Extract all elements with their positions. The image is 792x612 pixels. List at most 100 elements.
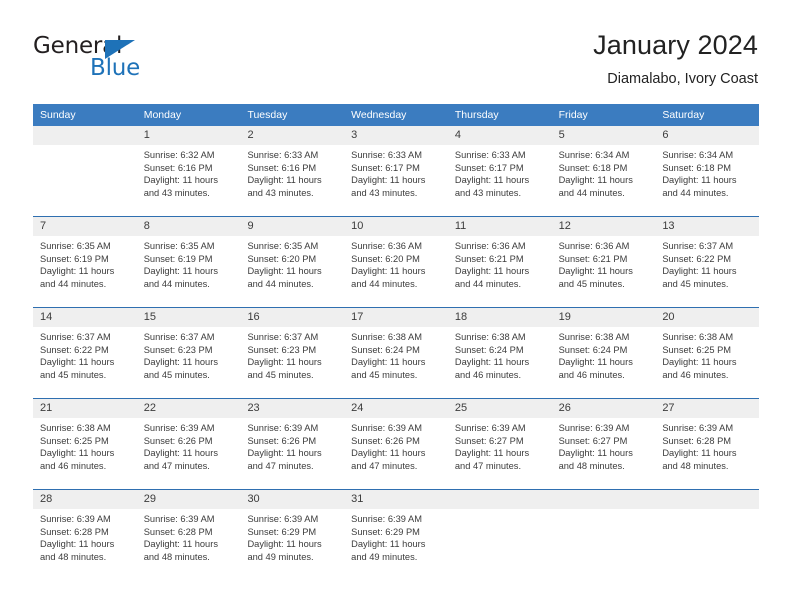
- daylight-text-line2: and 48 minutes.: [662, 460, 729, 471]
- daylight-text-line2: and 48 minutes.: [558, 460, 625, 471]
- daylight-text-line1: Daylight: 11 hours: [558, 357, 633, 368]
- sunset-text: Sunset: 6:17 PM: [351, 162, 420, 173]
- title-block: January 2024 Diamalabo, Ivory Coast: [593, 28, 758, 88]
- day-details: Sunrise: 6:39 AM Sunset: 6:29 PM Daylight:…: [344, 509, 448, 563]
- sunrise-text: Sunrise: 6:36 AM: [558, 241, 630, 251]
- sunset-text: Sunset: 6:24 PM: [558, 344, 628, 355]
- calendar-weeks: 1 Sunrise: 6:32 AM Sunset: 6:16 PM Daylight…: [33, 126, 760, 573]
- day-cell[interactable]: 18 Sunrise: 6:38 AM Sunset: 6:24 PM Dayligh…: [447, 308, 552, 391]
- day-cell[interactable]: 14 Sunrise: 6:37 AM Sunset: 6:22 PM Dayligh…: [33, 308, 137, 391]
- day-details: Sunrise: 6:33 AM Sunset: 6:16 PM Daylight:…: [240, 145, 344, 199]
- day-cell[interactable]: 21 Sunrise: 6:38 AM Sunset: 6:25 PM Dayligh…: [33, 399, 137, 482]
- day-cell[interactable]: 1 Sunrise: 6:32 AM Sunset: 6:16 PM Daylight…: [136, 126, 241, 209]
- daylight-text-line1: Daylight: 11 hours: [662, 175, 737, 186]
- day-cell[interactable]: 31 Sunrise: 6:39 AM Sunset: 6:29 PM Dayligh…: [344, 490, 448, 573]
- sunrise-text: Sunrise: 6:39 AM: [558, 423, 630, 433]
- day-details: Sunrise: 6:39 AM Sunset: 6:26 PM Daylight:…: [344, 418, 448, 472]
- day-cell[interactable]: 16 Sunrise: 6:37 AM Sunset: 6:23 PM Dayligh…: [240, 308, 345, 391]
- sunrise-text: Sunrise: 6:39 AM: [662, 423, 734, 433]
- day-number: 7: [33, 217, 137, 236]
- day-number: [655, 490, 760, 509]
- sunset-text: Sunset: 6:29 PM: [351, 526, 420, 537]
- day-cell[interactable]: 8 Sunrise: 6:35 AM Sunset: 6:19 PM Daylight…: [136, 217, 241, 300]
- sunset-text: Sunset: 6:23 PM: [247, 344, 317, 355]
- day-details: Sunrise: 6:37 AM Sunset: 6:22 PM Daylight:…: [33, 327, 137, 381]
- day-cell[interactable]: 11 Sunrise: 6:36 AM Sunset: 6:21 PM Dayligh…: [447, 217, 552, 300]
- daylight-text-line2: and 45 minutes.: [247, 369, 314, 380]
- day-cell[interactable]: 7 Sunrise: 6:35 AM Sunset: 6:19 PM Daylight…: [33, 217, 137, 300]
- page-subtitle: Diamalabo, Ivory Coast: [607, 71, 758, 87]
- page-title: January 2024: [593, 30, 758, 60]
- day-number: 21: [33, 399, 137, 418]
- sunset-text: Sunset: 6:23 PM: [143, 344, 213, 355]
- day-cell[interactable]: 2 Sunrise: 6:33 AM Sunset: 6:16 PM Daylight…: [240, 126, 345, 209]
- daylight-text-line2: and 44 minutes.: [40, 278, 107, 289]
- day-number: 15: [136, 308, 241, 327]
- day-cell[interactable]: 28 Sunrise: 6:39 AM Sunset: 6:28 PM Dayligh…: [33, 490, 137, 573]
- sunset-text: Sunset: 6:20 PM: [247, 253, 317, 264]
- day-cell[interactable]: 5 Sunrise: 6:34 AM Sunset: 6:18 PM Daylight…: [551, 126, 656, 209]
- day-cell[interactable]: 20 Sunrise: 6:38 AM Sunset: 6:25 PM Dayligh…: [655, 308, 760, 391]
- week-row: 7 Sunrise: 6:35 AM Sunset: 6:19 PM Daylight…: [33, 216, 760, 300]
- daylight-text-line1: Daylight: 11 hours: [40, 357, 115, 368]
- day-cell[interactable]: 22 Sunrise: 6:39 AM Sunset: 6:26 PM Dayligh…: [136, 399, 241, 482]
- sunset-text: Sunset: 6:19 PM: [40, 253, 109, 264]
- day-number: 19: [551, 308, 656, 327]
- week-spacer: [33, 300, 759, 307]
- day-cell[interactable]: 27 Sunrise: 6:39 AM Sunset: 6:28 PM Dayligh…: [655, 399, 760, 482]
- weekday-header-wednesday: Wednesday: [351, 109, 407, 121]
- daylight-text-line2: and 46 minutes.: [40, 460, 107, 471]
- day-cell[interactable]: 6 Sunrise: 6:34 AM Sunset: 6:18 PM Daylight…: [655, 126, 760, 209]
- daylight-text-line2: and 44 minutes.: [662, 187, 729, 198]
- weekday-header-tuesday: Tuesday: [247, 109, 288, 121]
- day-cell[interactable]: 24 Sunrise: 6:39 AM Sunset: 6:26 PM Dayligh…: [344, 399, 448, 482]
- sunset-text: Sunset: 6:27 PM: [454, 435, 524, 446]
- daylight-text-line2: and 49 minutes.: [247, 551, 314, 562]
- day-cell[interactable]: 12 Sunrise: 6:36 AM Sunset: 6:21 PM Dayligh…: [551, 217, 656, 300]
- day-number: 10: [344, 217, 448, 236]
- daylight-text-line1: Daylight: 11 hours: [351, 266, 426, 277]
- day-cell[interactable]: 10 Sunrise: 6:36 AM Sunset: 6:20 PM Dayligh…: [344, 217, 448, 300]
- day-number: 9: [240, 217, 345, 236]
- daylight-text-line1: Daylight: 11 hours: [662, 357, 737, 368]
- daylight-text-line1: Daylight: 11 hours: [662, 448, 737, 459]
- sunrise-text: Sunrise: 6:39 AM: [143, 514, 215, 524]
- day-number: 8: [136, 217, 241, 236]
- day-number: 22: [136, 399, 241, 418]
- general-blue-logo[interactable]: General Blue: [33, 34, 243, 90]
- calendar-grid: Sunday Monday Tuesday Wednesday Thursday…: [33, 104, 760, 573]
- day-cell[interactable]: 19 Sunrise: 6:38 AM Sunset: 6:24 PM Dayligh…: [551, 308, 656, 391]
- weekday-header-saturday: Saturday: [662, 109, 705, 121]
- day-cell[interactable]: 23 Sunrise: 6:39 AM Sunset: 6:26 PM Dayligh…: [240, 399, 345, 482]
- day-number: 13: [655, 217, 760, 236]
- daylight-text-line2: and 43 minutes.: [143, 187, 210, 198]
- day-cell[interactable]: 3 Sunrise: 6:33 AM Sunset: 6:17 PM Daylight…: [344, 126, 448, 209]
- day-cell[interactable]: 9 Sunrise: 6:35 AM Sunset: 6:20 PM Daylight…: [240, 217, 345, 300]
- daylight-text-line2: and 43 minutes.: [351, 187, 418, 198]
- day-cell[interactable]: 15 Sunrise: 6:37 AM Sunset: 6:23 PM Dayligh…: [136, 308, 241, 391]
- day-cell[interactable]: 30 Sunrise: 6:39 AM Sunset: 6:29 PM Dayligh…: [240, 490, 345, 573]
- daylight-text-line1: Daylight: 11 hours: [247, 175, 322, 186]
- day-number: 29: [136, 490, 241, 509]
- sunrise-text: Sunrise: 6:36 AM: [454, 241, 526, 251]
- day-details: Sunrise: 6:37 AM Sunset: 6:23 PM Daylight:…: [137, 327, 241, 381]
- sunrise-text: Sunrise: 6:34 AM: [662, 150, 734, 160]
- day-details: Sunrise: 6:38 AM Sunset: 6:25 PM Daylight:…: [655, 327, 759, 381]
- day-number: 2: [240, 126, 345, 145]
- daylight-text-line1: Daylight: 11 hours: [558, 266, 633, 277]
- day-cell[interactable]: 26 Sunrise: 6:39 AM Sunset: 6:27 PM Dayligh…: [551, 399, 656, 482]
- sunrise-text: Sunrise: 6:32 AM: [143, 150, 215, 160]
- sunset-text: Sunset: 6:21 PM: [558, 253, 628, 264]
- day-details: Sunrise: 6:39 AM Sunset: 6:27 PM Daylight:…: [552, 418, 656, 472]
- daylight-text-line1: Daylight: 11 hours: [662, 266, 737, 277]
- week-spacer: [33, 391, 759, 398]
- day-cell[interactable]: 29 Sunrise: 6:39 AM Sunset: 6:28 PM Dayligh…: [136, 490, 241, 573]
- day-details: Sunrise: 6:38 AM Sunset: 6:24 PM Daylight:…: [448, 327, 552, 381]
- day-cell[interactable]: 25 Sunrise: 6:39 AM Sunset: 6:27 PM Dayligh…: [447, 399, 552, 482]
- day-details: Sunrise: 6:35 AM Sunset: 6:20 PM Daylight:…: [240, 236, 344, 290]
- day-cell[interactable]: 17 Sunrise: 6:38 AM Sunset: 6:24 PM Dayligh…: [344, 308, 448, 391]
- day-cell[interactable]: 13 Sunrise: 6:37 AM Sunset: 6:22 PM Dayligh…: [655, 217, 760, 300]
- day-details: Sunrise: 6:39 AM Sunset: 6:28 PM Daylight:…: [655, 418, 759, 472]
- day-number: 4: [447, 126, 552, 145]
- day-cell[interactable]: 4 Sunrise: 6:33 AM Sunset: 6:17 PM Daylight…: [447, 126, 552, 209]
